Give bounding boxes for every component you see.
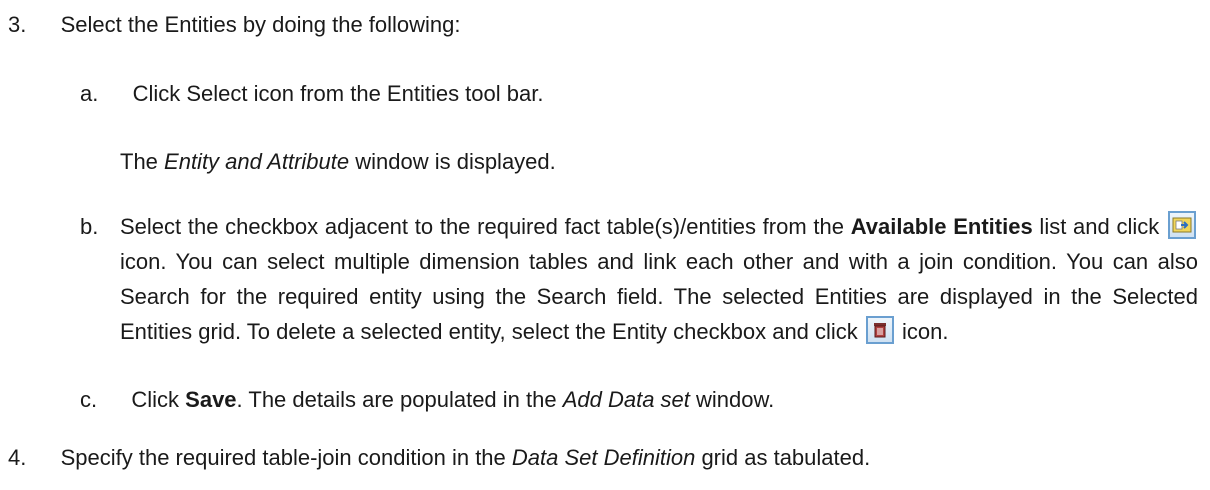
delete-entity-icon[interactable] [865, 316, 894, 344]
data-set-definition-grid-name: Data Set Definition [511, 445, 696, 470]
step-4-number: 4. [8, 445, 27, 470]
step-3-number: 3. [8, 12, 27, 37]
step-4-suffix: grid as tabulated. [695, 445, 871, 470]
step-3b-part1: Select the checkbox adjacent to the requ… [120, 214, 851, 239]
available-entities-label: Available Entities [850, 214, 1033, 239]
step-4: 4. Specify the required table-join condi… [8, 445, 870, 471]
step-3b-letter: b. [80, 214, 99, 239]
note-suffix: window is displayed. [349, 149, 556, 174]
note-prefix: The [120, 149, 165, 174]
save-label: Save [185, 387, 237, 412]
step-3b: b. Select the checkbox adjacent to the r… [80, 209, 1198, 349]
step-3a-text: Click Select icon from the Entities tool… [132, 81, 544, 106]
note-window-name: Entity and Attribute [164, 149, 350, 174]
step-3c-suffix: window. [689, 387, 775, 412]
add-data-set-window-name: Add Data set [562, 387, 690, 412]
step-4-prefix: Specify the required table-join conditio… [60, 445, 512, 470]
step-3a-letter: a. [80, 81, 99, 106]
step-3-text: Select the Entities by doing the followi… [60, 12, 461, 37]
step-3c-prefix: Click [131, 387, 186, 412]
step-3b-part2: list and click [1032, 214, 1166, 239]
step-3a: a. Click Select icon from the Entities t… [80, 81, 543, 107]
step-3c-middle: . The details are populated in the [236, 387, 563, 412]
step-3c-letter: c. [80, 387, 98, 412]
step-3c: c. Click Save. The details are populated… [80, 387, 774, 413]
select-entity-icon[interactable] [1167, 211, 1196, 239]
step-3: 3. Select the Entities by doing the foll… [8, 12, 461, 38]
step-3a-note: The Entity and Attribute window is displ… [120, 149, 556, 175]
step-3b-part3: icon. You can select multiple dimension … [120, 249, 1198, 344]
step-3b-part4: icon. [895, 319, 949, 344]
